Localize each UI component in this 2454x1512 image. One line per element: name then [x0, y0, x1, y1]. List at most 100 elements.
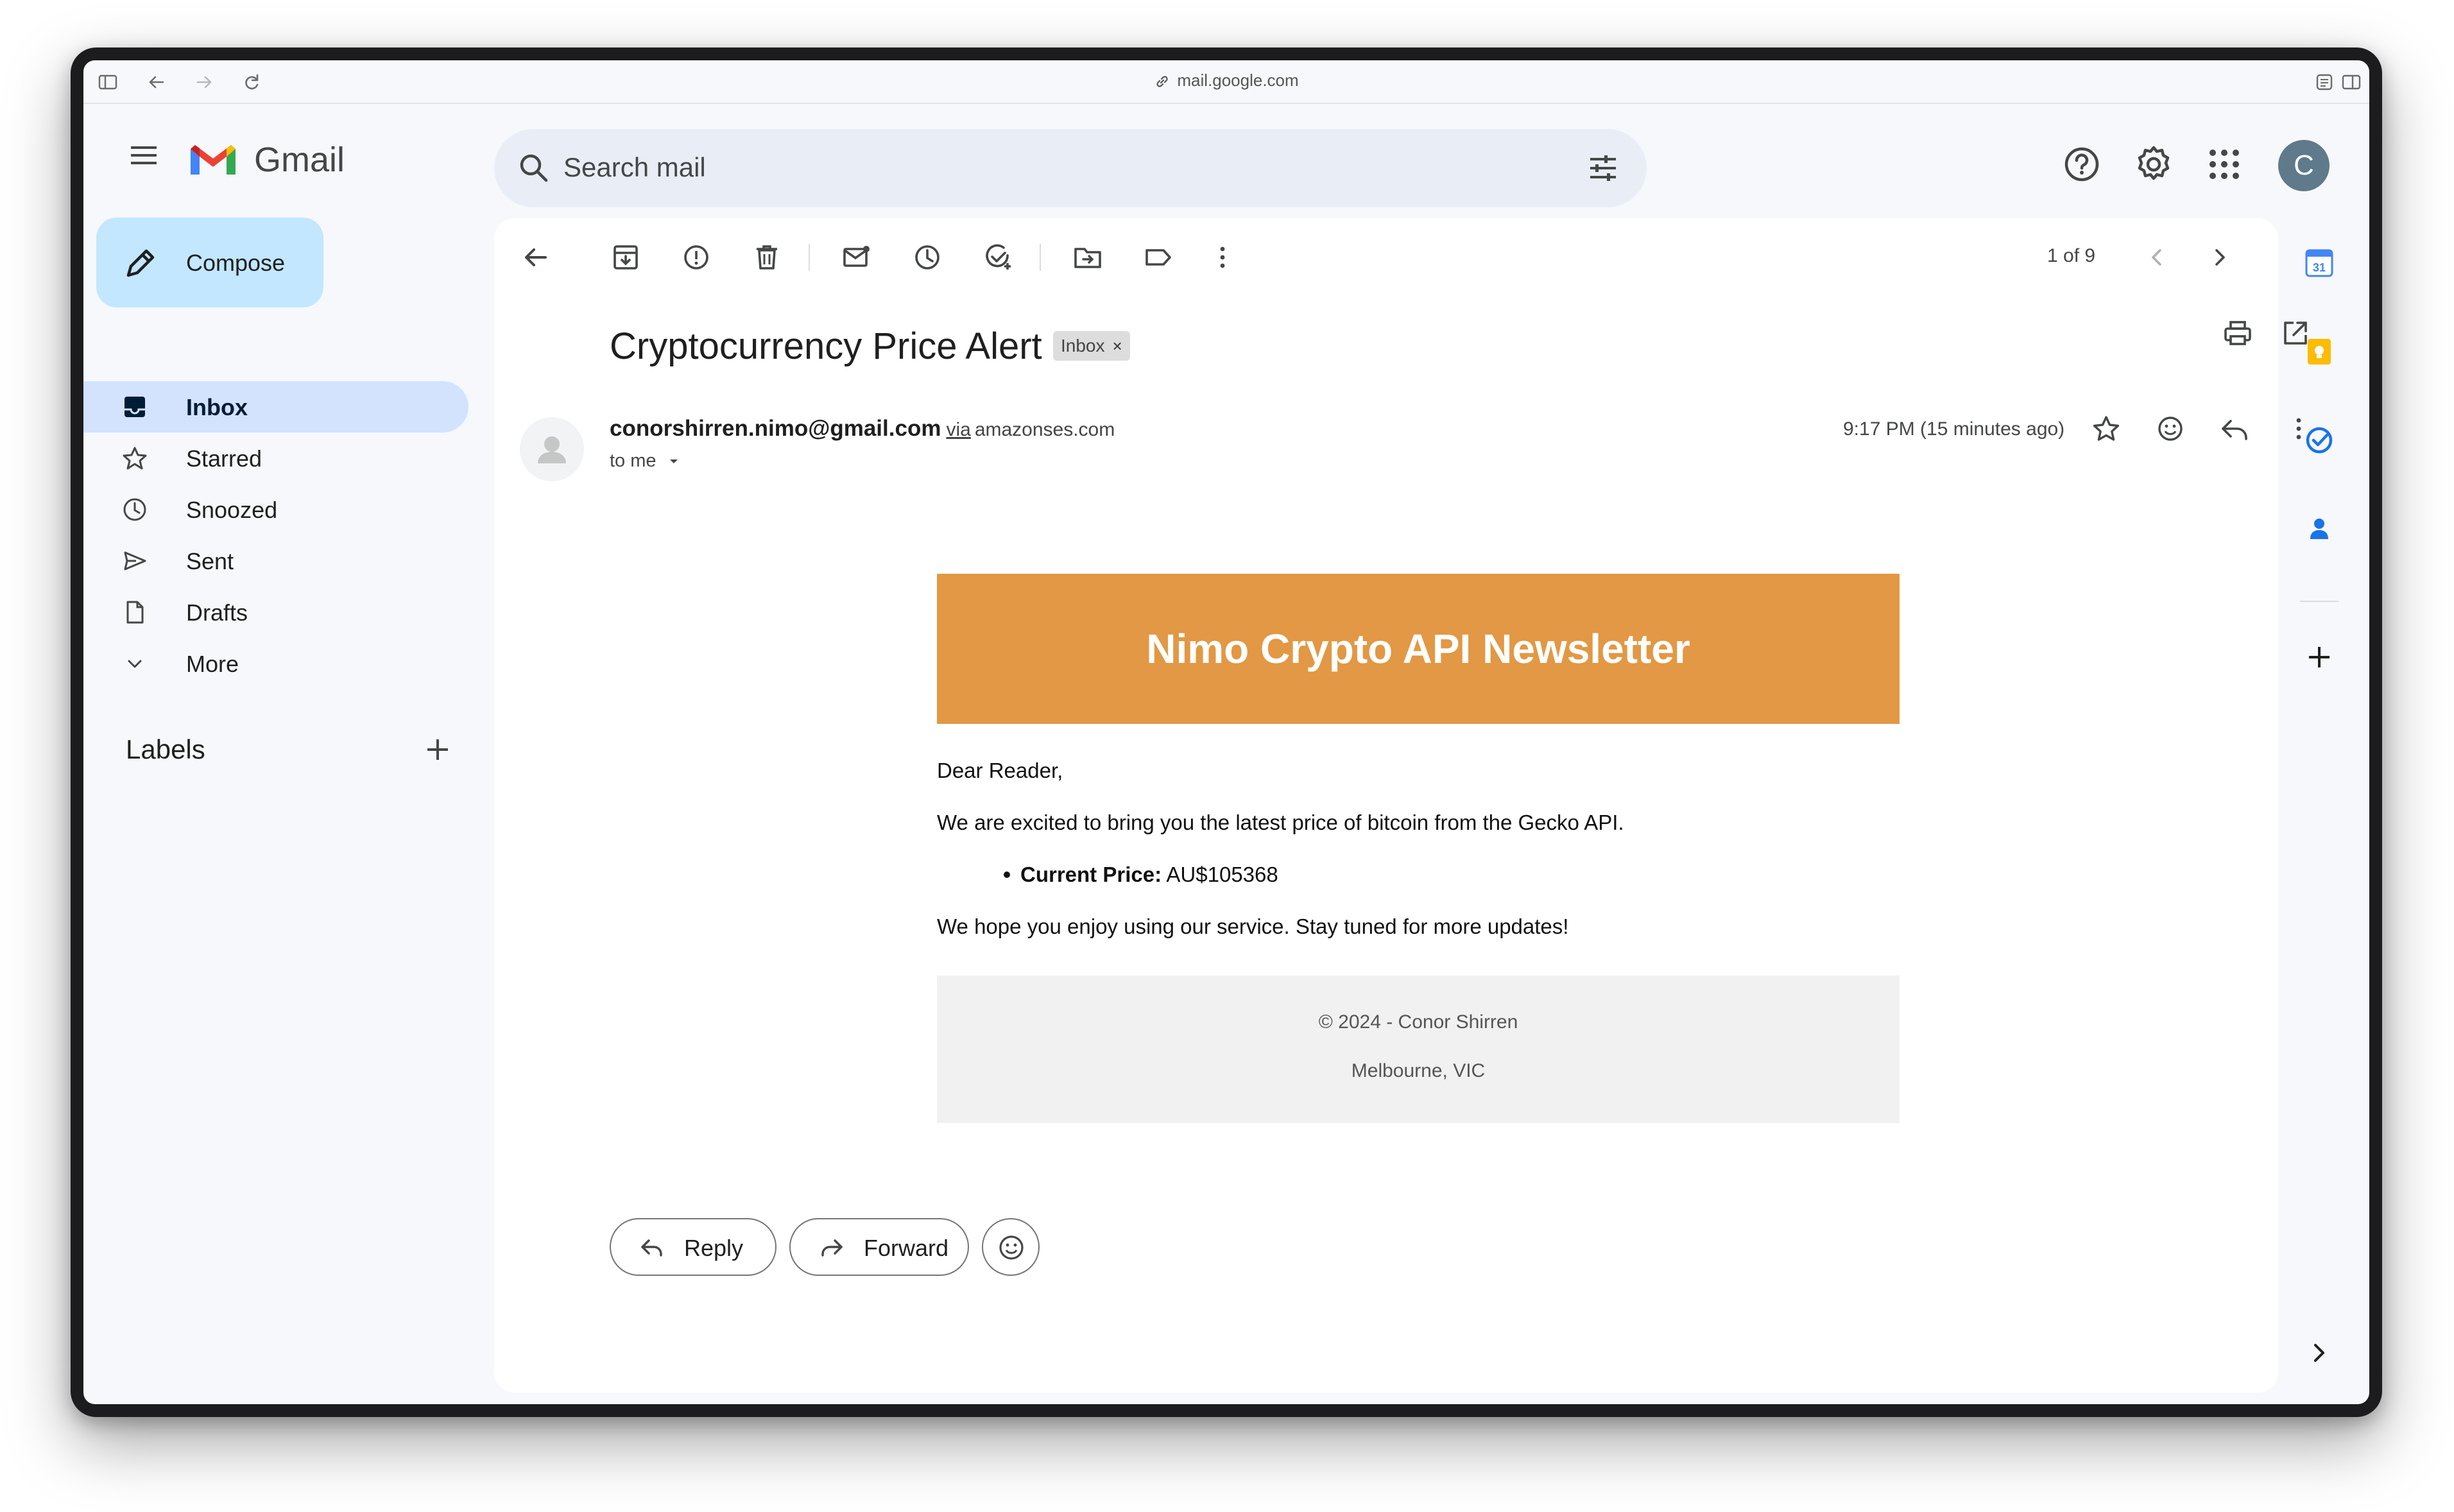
side-panel-divider: [2300, 601, 2338, 602]
mark-unread-icon[interactable]: [841, 241, 873, 273]
outro-text: We hope you enjoy using our service. Sta…: [937, 915, 1569, 938]
device-frame: mail.google.com Gmail Search mail C Comp…: [71, 47, 2382, 1417]
sidebar-item-label: Inbox: [186, 394, 248, 420]
price-bullet: Current Price: AU$105368: [1004, 863, 1278, 887]
footer-copyright: © 2024 - Conor Shirren: [1318, 1011, 1518, 1033]
browser-window: mail.google.com Gmail Search mail C Comp…: [83, 60, 2369, 1404]
forward-icon: [821, 1239, 843, 1257]
sender-avatar: [520, 417, 584, 481]
pencil-icon: [126, 249, 155, 277]
bullet-dot: [1004, 872, 1010, 878]
delete-icon[interactable]: [751, 241, 783, 273]
email-footer: © 2024 - Conor Shirren Melbourne, VIC: [937, 975, 1900, 1123]
person-placeholder-icon: [538, 436, 566, 463]
forward-label: Forward: [864, 1235, 949, 1261]
search-options-icon[interactable]: [1585, 150, 1621, 186]
email-subject: Cryptocurrency Price Alert: [610, 325, 1042, 367]
apps-grid-icon[interactable]: [2204, 144, 2245, 185]
back-arrow-icon[interactable]: [520, 241, 552, 273]
clock-icon: [123, 498, 146, 521]
main-menu-icon[interactable]: [126, 137, 162, 173]
labels-header: Labels: [126, 734, 205, 764]
greeting-text: Dear Reader,: [937, 759, 1063, 782]
sidebar-item-label: Starred: [186, 445, 262, 472]
price-value: AU$105368: [1166, 863, 1278, 886]
sidebar-item-label: Drafts: [186, 599, 248, 626]
sender-line: conorshirren.nimo@gmail.com via amazonses.…: [610, 416, 1115, 442]
app-name: Gmail: [254, 141, 345, 179]
reply-label: Reply: [684, 1235, 744, 1261]
archive-icon[interactable]: [610, 241, 642, 273]
keep-app-icon[interactable]: [2303, 335, 2336, 368]
search-input[interactable]: Search mail: [563, 152, 706, 183]
snooze-clock-icon[interactable]: [911, 241, 943, 273]
reader-icon[interactable]: [2314, 72, 2335, 92]
sidebar-item-drafts[interactable]: Drafts: [83, 587, 468, 638]
address-bar[interactable]: mail.google.com: [83, 71, 2369, 90]
link-icon: [1156, 76, 1168, 87]
price-label: Current Price:: [1020, 863, 1162, 886]
gmail-logo-icon[interactable]: [187, 140, 239, 178]
recipient-details[interactable]: to me: [610, 451, 681, 472]
toolbar-divider: [809, 244, 810, 271]
calendar-app-icon[interactable]: 31: [2303, 246, 2336, 280]
chevron-right-icon[interactable]: [2204, 241, 2236, 273]
star-icon[interactable]: [2089, 412, 2123, 445]
chip-remove-icon[interactable]: ×: [1113, 336, 1122, 356]
sidebar-item-label: Sent: [186, 548, 234, 574]
via-domain: amazonses.com: [974, 419, 1115, 440]
sidebar-item-inbox[interactable]: Inbox: [83, 381, 468, 433]
sidebar-item-label: More: [186, 651, 239, 677]
caret-down-icon[interactable]: [667, 454, 681, 468]
add-label-icon[interactable]: [424, 735, 452, 764]
settings-gear-icon[interactable]: [2133, 144, 2174, 185]
sender-email[interactable]: conorshirren.nimo@gmail.com: [610, 416, 941, 441]
recipient-text: to me: [610, 451, 656, 471]
draft-icon: [126, 601, 144, 624]
chevron-left-icon[interactable]: [2141, 241, 2173, 273]
report-spam-icon[interactable]: [680, 241, 712, 273]
via-link[interactable]: via: [946, 419, 970, 440]
reply-button[interactable]: Reply: [610, 1218, 777, 1276]
sidebar-item-more[interactable]: More: [83, 638, 468, 689]
newsletter-banner: Nimo Crypto API Newsletter: [937, 574, 1900, 724]
svg-text:31: 31: [2313, 261, 2326, 274]
browser-toolbar: mail.google.com: [83, 60, 2369, 104]
contacts-app-icon[interactable]: [2303, 512, 2336, 546]
compose-label: Compose: [186, 250, 286, 276]
add-addon-icon[interactable]: [2303, 640, 2336, 674]
print-icon[interactable]: [2222, 317, 2254, 349]
label-tag-icon[interactable]: [1142, 241, 1174, 273]
reply-icon[interactable]: [2218, 412, 2251, 445]
reply-icon: [641, 1239, 662, 1257]
compose-button[interactable]: Compose: [96, 218, 323, 307]
emoji-reaction-button[interactable]: [982, 1218, 1040, 1276]
chip-label: Inbox: [1061, 336, 1105, 356]
pagination-text: 1 of 9: [2047, 245, 2096, 266]
search-bar[interactable]: Search mail: [494, 129, 1647, 207]
tasks-app-icon[interactable]: [2303, 424, 2336, 457]
inbox-label-chip[interactable]: Inbox ×: [1053, 331, 1130, 361]
message-panel: 1 of 9 Cryptocurrency Price Alert Inbox ×…: [494, 218, 2307, 1393]
intro-text: We are excited to bring you the latest p…: [937, 811, 1624, 834]
sidebar-item-starred[interactable]: Starred: [83, 433, 468, 484]
add-to-tasks-icon[interactable]: [982, 241, 1014, 273]
move-to-folder-icon[interactable]: [1072, 241, 1104, 273]
emoji-react-icon[interactable]: [2154, 412, 2187, 445]
split-view-icon[interactable]: [2341, 72, 2362, 92]
smiley-icon: [999, 1235, 1024, 1260]
account-avatar[interactable]: C: [2278, 140, 2330, 191]
sidebar-item-snoozed[interactable]: Snoozed: [83, 484, 468, 535]
sidebar-item-label: Snoozed: [186, 497, 278, 523]
star-icon: [123, 447, 147, 470]
chevron-down-icon: [128, 660, 142, 668]
toolbar-divider: [1040, 244, 1041, 271]
search-icon[interactable]: [516, 150, 552, 186]
more-vert-icon[interactable]: [1206, 241, 1239, 273]
message-time: 9:17 PM (15 minutes ago): [1843, 418, 2065, 440]
sidebar-item-sent[interactable]: Sent: [83, 535, 468, 587]
url-text: mail.google.com: [1177, 71, 1299, 90]
forward-button[interactable]: Forward: [789, 1218, 969, 1276]
help-icon[interactable]: [2061, 144, 2102, 185]
expand-panel-chevron-icon[interactable]: [2303, 1336, 2336, 1370]
